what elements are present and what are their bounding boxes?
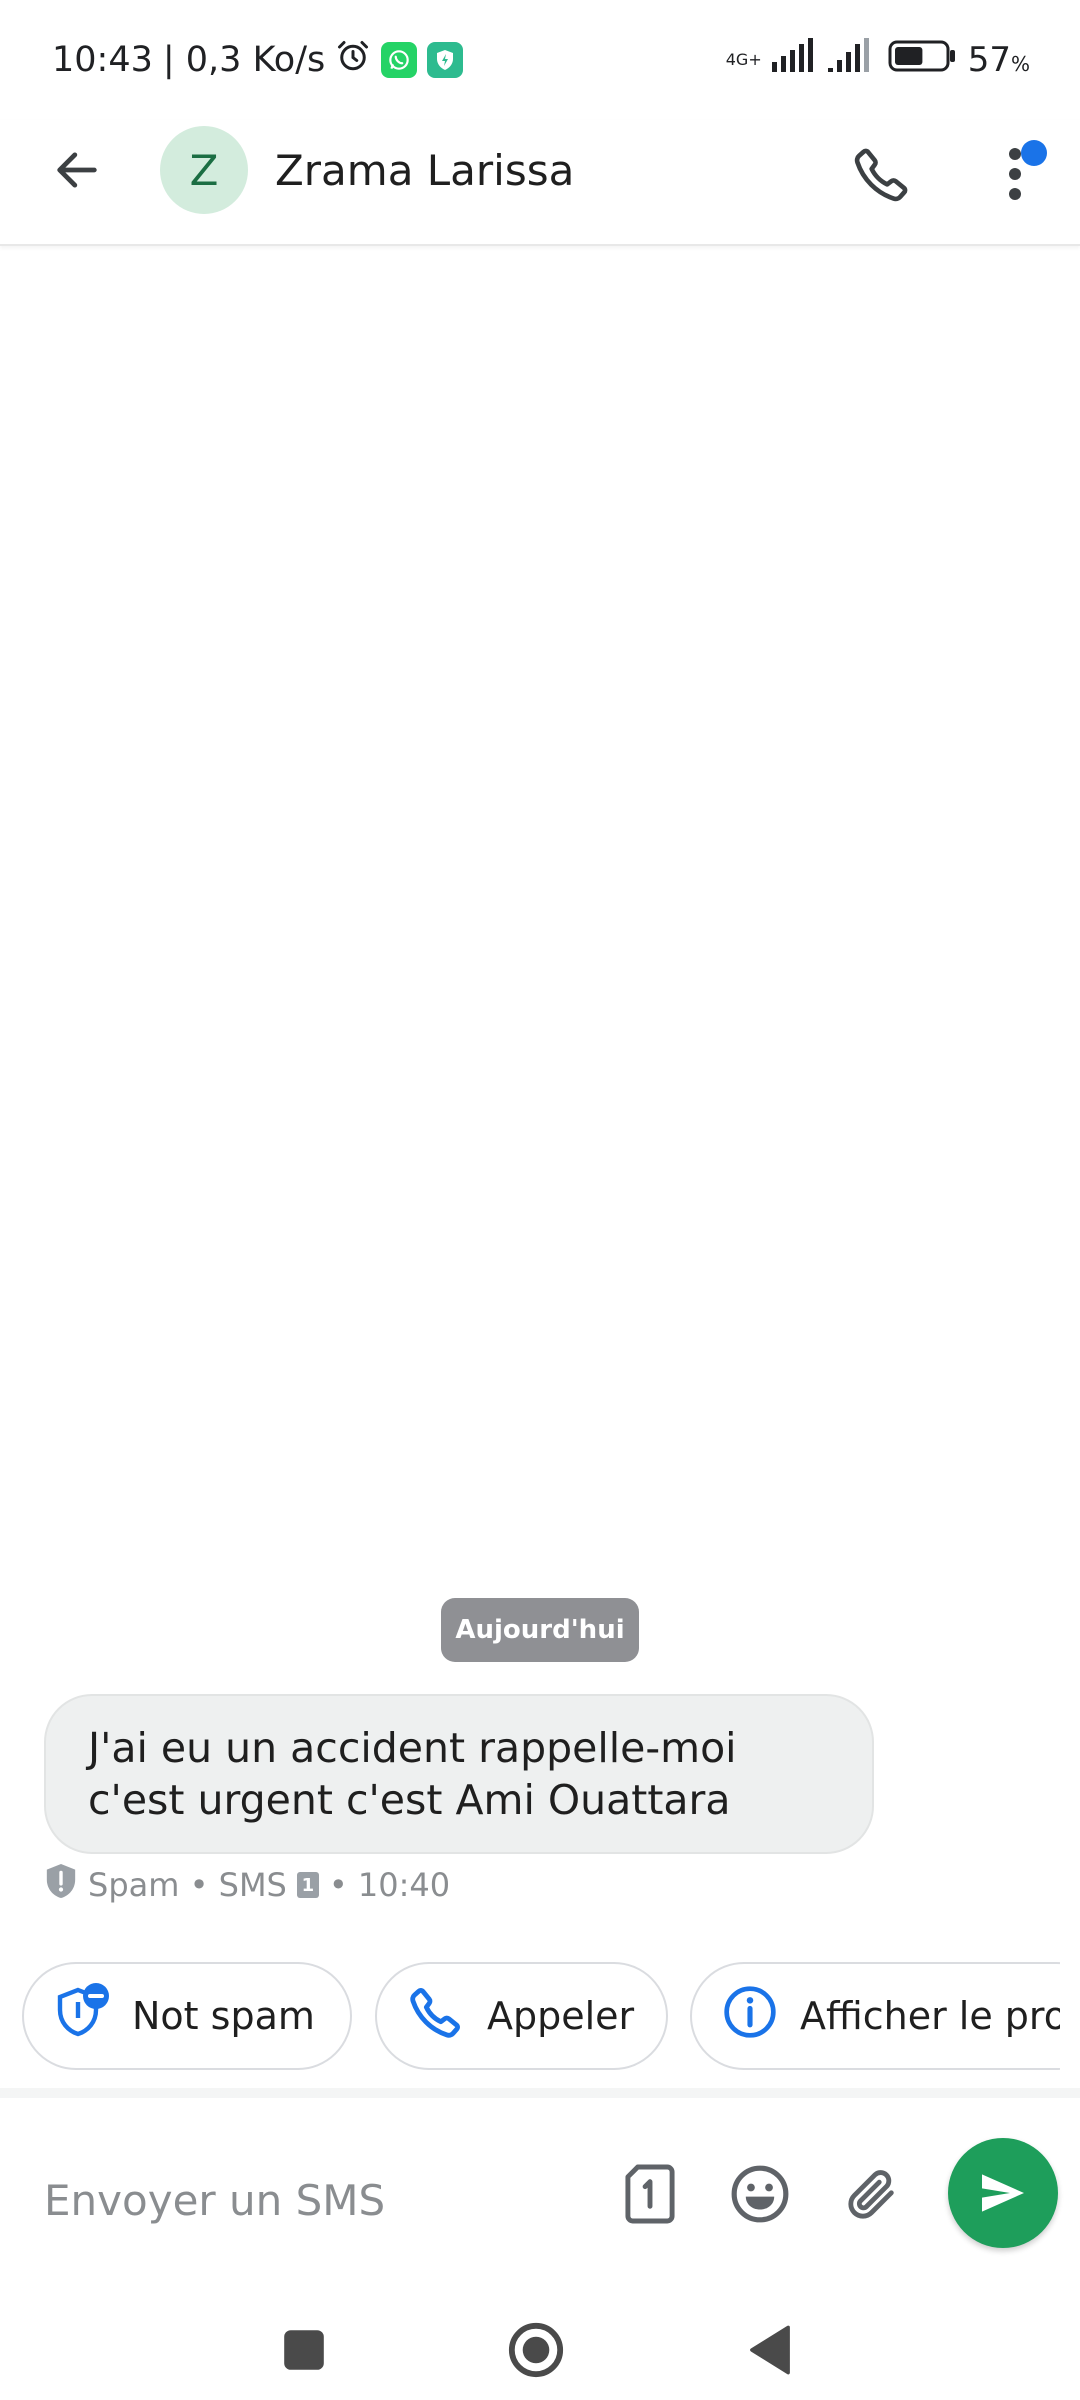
date-divider: Aujourd'hui	[441, 1598, 639, 1662]
send-button[interactable]	[948, 2138, 1058, 2248]
call-button[interactable]	[842, 134, 922, 214]
back-button[interactable]	[40, 133, 114, 207]
avatar-letter: Z	[189, 145, 219, 195]
sim-card-icon	[625, 2164, 675, 2224]
battery-percent-unit: %	[1010, 52, 1030, 76]
signal-sim1-icon	[768, 37, 816, 83]
status-bar: 10:43 | 0,3 Ko/s 4G+ 57%	[0, 0, 1080, 120]
alarm-icon	[335, 38, 371, 83]
triangle-back-icon	[750, 2325, 790, 2375]
notification-dot	[1021, 140, 1047, 166]
arrow-left-icon	[57, 152, 97, 188]
emoji-icon	[731, 2165, 789, 2223]
status-net-speed: | 0,3 Ko/s	[162, 40, 326, 80]
battery-icon	[888, 38, 958, 83]
message-bubble[interactable]: J'ai eu un accident rappelle-moi c'est u…	[44, 1694, 874, 1854]
network-type-label: 4G+	[725, 50, 762, 69]
contact-avatar[interactable]: Z	[160, 126, 248, 214]
security-app-icon	[427, 42, 464, 78]
call-chip-label: Appeler	[487, 1994, 635, 2038]
phone-icon	[854, 148, 908, 202]
suggestion-chips: Not spam Appeler Afficher le prof	[0, 1962, 1060, 2072]
network-type: 4G+	[726, 52, 762, 68]
message-time: • 10:40	[328, 1866, 451, 1904]
compose-separator	[0, 2088, 1080, 2098]
status-bar-left: 10:43 | 0,3 Ko/s	[52, 38, 464, 83]
not-spam-chip[interactable]: Not spam	[22, 1962, 352, 2070]
home-button[interactable]	[496, 2310, 576, 2390]
battery-percent-value: 57	[967, 40, 1011, 80]
shield-minus-icon	[54, 1982, 110, 2051]
phone-icon	[407, 1983, 465, 2050]
call-chip[interactable]: Appeler	[375, 1962, 668, 2070]
square-icon	[284, 2330, 324, 2370]
home-circle-icon	[508, 2322, 564, 2378]
spam-shield-icon	[44, 1862, 78, 1908]
conversation-header: Z Zrama Larissa	[0, 120, 1080, 246]
view-profile-label: Afficher le prof	[800, 1994, 1060, 2038]
system-nav-bar	[0, 2290, 1080, 2400]
send-icon	[982, 2174, 1024, 2212]
message-input[interactable]	[44, 2160, 584, 2240]
status-bar-right: 4G+ 57%	[726, 37, 1030, 83]
message-type: Spam • SMS	[88, 1866, 287, 1904]
sim-select-button[interactable]	[610, 2154, 690, 2234]
system-back-button[interactable]	[730, 2310, 810, 2390]
paperclip-icon	[848, 2170, 894, 2219]
status-time: 10:43	[52, 40, 153, 80]
signal-sim2-icon	[826, 37, 878, 83]
emoji-button[interactable]	[720, 2154, 800, 2234]
recents-button[interactable]	[264, 2310, 344, 2390]
whatsapp-icon	[381, 42, 418, 78]
not-spam-label: Not spam	[132, 1994, 315, 2038]
contact-name[interactable]: Zrama Larissa	[275, 146, 574, 195]
message-meta: Spam • SMS 1 • 10:40	[44, 1862, 450, 1908]
info-icon	[722, 1984, 778, 2049]
sim-badge: 1	[296, 1872, 319, 1898]
view-profile-chip[interactable]: Afficher le prof	[690, 1962, 1060, 2070]
attach-button[interactable]	[832, 2154, 912, 2234]
more-options-button[interactable]	[980, 134, 1050, 214]
message-text: J'ai eu un accident rappelle-moi c'est u…	[88, 1724, 737, 1824]
battery-percent: 57%	[968, 40, 1030, 80]
